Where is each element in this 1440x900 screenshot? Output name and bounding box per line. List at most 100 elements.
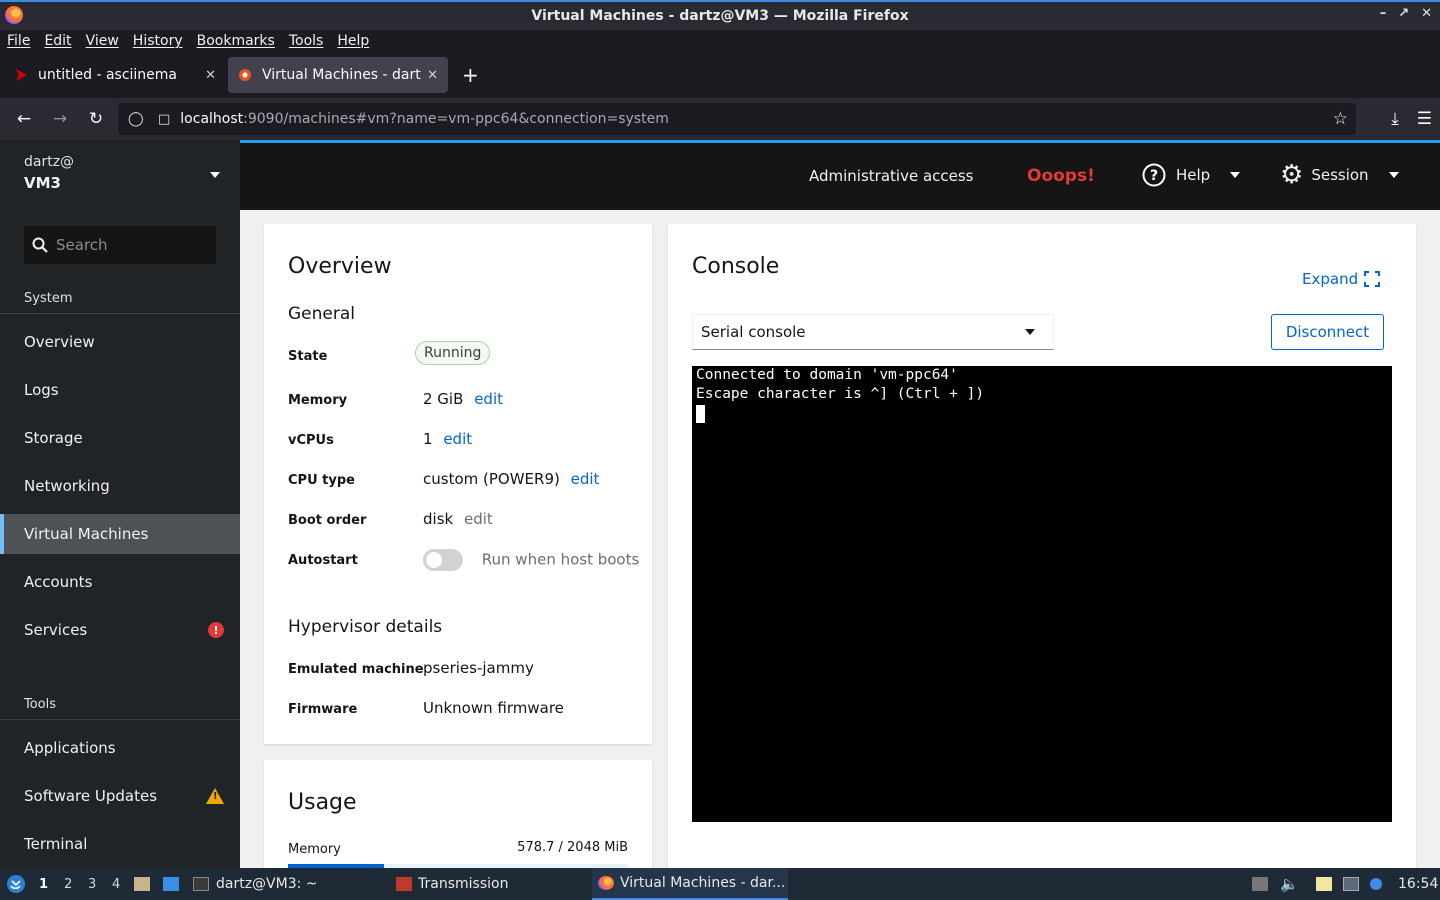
terminal-line: Connected to domain 'vm-ppc64' bbox=[696, 367, 958, 383]
shield-icon[interactable]: ◯ bbox=[128, 111, 144, 127]
caret-down-icon bbox=[210, 172, 220, 178]
vcpus-edit-link[interactable]: edit bbox=[443, 430, 472, 448]
bookmark-star-icon[interactable]: ☆ bbox=[1333, 109, 1348, 129]
taskbar-terminal[interactable]: dartz@VM3: ~ bbox=[193, 868, 318, 900]
usage-card: Usage Memory 578.7 / 2048 MiB bbox=[264, 760, 652, 868]
emulated-machine-value: pseries-jammy bbox=[423, 659, 534, 677]
boot-order-edit-link[interactable]: edit bbox=[464, 510, 493, 528]
sidebar-item-software-updates[interactable]: Software Updates ! bbox=[0, 776, 240, 816]
hamburger-menu-icon[interactable]: ☰ bbox=[1417, 109, 1432, 129]
expand-icon bbox=[1364, 271, 1381, 287]
tray-notification-icon[interactable] bbox=[1370, 868, 1382, 900]
menu-help[interactable]: Help bbox=[337, 33, 369, 49]
gear-icon: ⚙ bbox=[1280, 160, 1304, 190]
sidebar-item-networking[interactable]: Networking bbox=[0, 466, 240, 506]
back-icon[interactable]: ← bbox=[6, 109, 42, 129]
state-value: Running bbox=[415, 341, 491, 365]
state-label: State bbox=[288, 349, 328, 364]
firmware-value: Unknown firmware bbox=[423, 699, 564, 717]
maximize-icon[interactable]: ↗ bbox=[1398, 6, 1409, 21]
warning-icon: ! bbox=[206, 788, 224, 804]
caret-down-icon bbox=[1388, 172, 1399, 178]
menu-view[interactable]: View bbox=[86, 33, 119, 49]
terminal-cursor bbox=[696, 405, 705, 423]
desktop-icon[interactable] bbox=[163, 868, 179, 900]
disconnect-button[interactable]: Disconnect bbox=[1271, 314, 1384, 350]
file-manager-icon[interactable] bbox=[134, 868, 150, 900]
tray-updates-icon[interactable] bbox=[1252, 868, 1268, 900]
menu-file[interactable]: File bbox=[7, 33, 30, 49]
administrative-access-button[interactable]: Administrative access bbox=[809, 167, 974, 185]
url-bar[interactable]: ◯ □ localhost :9090/machines#vm?name=vm-… bbox=[118, 103, 1356, 135]
sidebar-item-logs[interactable]: Logs bbox=[0, 370, 240, 410]
memory-edit-link[interactable]: edit bbox=[474, 390, 503, 408]
workspace-3[interactable]: 3 bbox=[88, 868, 96, 900]
autostart-label: Autostart bbox=[288, 553, 358, 568]
cpu-type-value: custom (POWER9) edit bbox=[423, 470, 600, 488]
session-menu-button[interactable]: ⚙ Session bbox=[1280, 160, 1399, 190]
tray-network-icon[interactable] bbox=[1343, 868, 1359, 900]
oops-button[interactable]: Ooops! bbox=[1027, 166, 1095, 186]
workspace-4[interactable]: 4 bbox=[112, 868, 120, 900]
transmission-icon bbox=[396, 877, 412, 891]
firmware-label: Firmware bbox=[288, 702, 358, 717]
sidebar-item-accounts[interactable]: Accounts bbox=[0, 562, 240, 602]
console-title: Console bbox=[692, 254, 780, 279]
sidebar-item-terminal[interactable]: Terminal bbox=[0, 824, 240, 864]
minimize-icon[interactable]: – bbox=[1380, 6, 1387, 21]
cpu-type-label: CPU type bbox=[288, 473, 355, 488]
overview-title: Overview bbox=[288, 254, 392, 279]
close-window-icon[interactable]: ✕ bbox=[1421, 6, 1432, 21]
autostart-toggle[interactable] bbox=[423, 549, 463, 571]
expand-button[interactable]: Expand bbox=[1302, 270, 1381, 288]
close-tab-icon[interactable]: ✕ bbox=[205, 68, 216, 83]
download-icon[interactable]: ⤓ bbox=[1391, 109, 1399, 129]
memory-value: 2 GiB edit bbox=[423, 390, 503, 408]
sidebar-item-virtual-machines[interactable]: Virtual Machines bbox=[0, 514, 240, 554]
masthead: Administrative access Ooops! ? Help ⚙ Se… bbox=[240, 140, 1440, 210]
tab-virtual-machines[interactable]: Virtual Machines - dartz@ ✕ bbox=[228, 57, 448, 93]
url-path: :9090/machines#vm?name=vm-ppc64&connecti… bbox=[243, 111, 669, 127]
usage-memory-value: 578.7 / 2048 MiB bbox=[517, 840, 628, 855]
sidebar-item-services[interactable]: Services ! bbox=[0, 610, 240, 650]
sidebar-item-applications[interactable]: Applications bbox=[0, 728, 240, 768]
cockpit-icon bbox=[239, 69, 251, 81]
tray-clipboard-icon[interactable] bbox=[1316, 868, 1332, 900]
menu-history[interactable]: History bbox=[133, 33, 183, 49]
autostart-value: Run when host boots bbox=[423, 549, 639, 571]
help-menu-button[interactable]: ? Help bbox=[1142, 163, 1241, 187]
close-tab-icon[interactable]: ✕ bbox=[427, 68, 438, 83]
volume-icon[interactable]: 🔈 bbox=[1280, 868, 1299, 900]
section-tools: Tools bbox=[0, 690, 240, 720]
expand-label: Expand bbox=[1302, 270, 1359, 288]
host-user: dartz@ bbox=[24, 154, 75, 170]
menu-bar: File Edit View History Bookmarks Tools H… bbox=[0, 30, 1440, 52]
menu-edit[interactable]: Edit bbox=[44, 33, 71, 49]
search-input[interactable]: Search bbox=[24, 226, 216, 264]
forward-icon[interactable]: → bbox=[42, 109, 78, 129]
sidebar-item-storage[interactable]: Storage bbox=[0, 418, 240, 458]
taskbar-transmission[interactable]: Transmission bbox=[396, 868, 508, 900]
taskbar-firefox[interactable]: Virtual Machines - dar... bbox=[592, 868, 788, 900]
window-controls: – ↗ ✕ bbox=[1380, 6, 1432, 21]
start-menu-icon[interactable] bbox=[6, 868, 26, 900]
workspace-1[interactable]: 1 bbox=[39, 868, 48, 900]
workspace-2[interactable]: 2 bbox=[64, 868, 72, 900]
reload-icon[interactable]: ↻ bbox=[78, 109, 114, 129]
new-tab-icon[interactable]: + bbox=[462, 63, 479, 87]
autostart-text: Run when host boots bbox=[481, 550, 640, 569]
console-type-select[interactable]: Serial console bbox=[692, 314, 1054, 350]
help-label: Help bbox=[1176, 166, 1211, 184]
host-switcher[interactable]: dartz@ VM3 bbox=[0, 140, 240, 212]
caret-down-icon bbox=[1230, 172, 1241, 178]
sidebar-item-overview[interactable]: Overview bbox=[0, 322, 240, 362]
clock: 16:54 bbox=[1398, 876, 1439, 892]
svg-text:?: ? bbox=[1150, 168, 1158, 184]
terminal-icon bbox=[193, 877, 209, 891]
section-system: System bbox=[0, 284, 240, 314]
menu-bookmarks[interactable]: Bookmarks bbox=[197, 33, 275, 49]
tab-asciinema[interactable]: untitled - asciinema ✕ bbox=[4, 57, 226, 93]
menu-tools[interactable]: Tools bbox=[289, 33, 324, 49]
serial-console-terminal[interactable]: Connected to domain 'vm-ppc64' Escape ch… bbox=[692, 366, 1392, 822]
cpu-type-edit-link[interactable]: edit bbox=[571, 470, 600, 488]
